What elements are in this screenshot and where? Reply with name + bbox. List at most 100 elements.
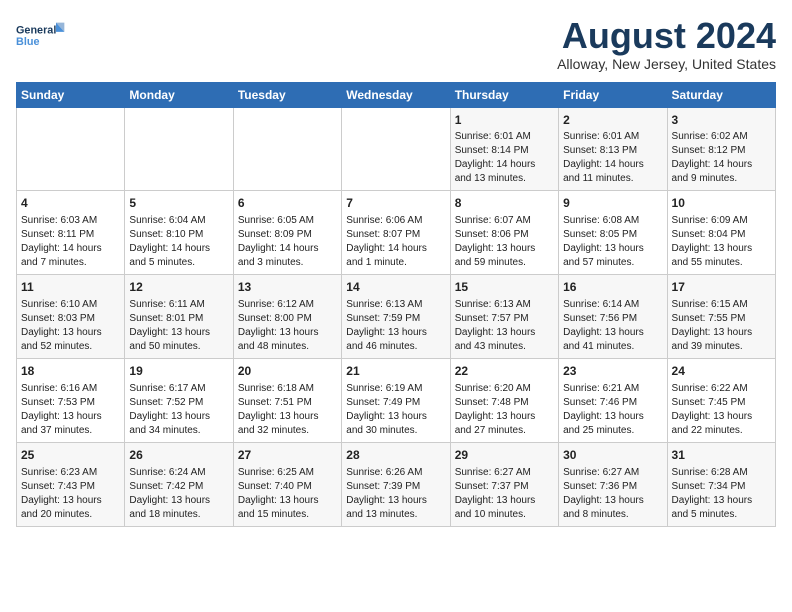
day-cell-10: 10Sunrise: 6:09 AMSunset: 8:04 PMDayligh… [667, 191, 775, 275]
day-cell-20: 20Sunrise: 6:18 AMSunset: 7:51 PMDayligh… [233, 358, 341, 442]
day-info-line: Sunrise: 6:15 AM [672, 298, 771, 312]
day-info-line: and 32 minutes. [238, 424, 337, 438]
day-info-line: Sunrise: 6:13 AM [346, 298, 445, 312]
day-number: 22 [455, 363, 554, 380]
day-info-line: and 25 minutes. [563, 424, 662, 438]
day-info-line: Daylight: 13 hours [455, 326, 554, 340]
day-info-line: Sunset: 8:11 PM [21, 228, 120, 242]
day-cell-22: 22Sunrise: 6:20 AMSunset: 7:48 PMDayligh… [450, 358, 558, 442]
day-info-line: Daylight: 13 hours [21, 326, 120, 340]
day-info-line: Sunrise: 6:11 AM [129, 298, 228, 312]
day-info-line: Daylight: 14 hours [238, 242, 337, 256]
day-info-line: Daylight: 13 hours [238, 326, 337, 340]
day-cell-1: 1Sunrise: 6:01 AMSunset: 8:14 PMDaylight… [450, 107, 558, 191]
day-cell-6: 6Sunrise: 6:05 AMSunset: 8:09 PMDaylight… [233, 191, 341, 275]
day-info-line: and 39 minutes. [672, 340, 771, 354]
day-cell-empty [342, 107, 450, 191]
day-info-line: Daylight: 13 hours [129, 410, 228, 424]
weekday-header-friday: Friday [559, 82, 667, 107]
day-info-line: Daylight: 13 hours [672, 494, 771, 508]
day-number: 17 [672, 279, 771, 296]
day-info-line: Sunrise: 6:01 AM [563, 130, 662, 144]
day-info-line: Sunrise: 6:05 AM [238, 214, 337, 228]
day-info-line: Sunset: 8:04 PM [672, 228, 771, 242]
day-number: 21 [346, 363, 445, 380]
weekday-header-saturday: Saturday [667, 82, 775, 107]
day-number: 16 [563, 279, 662, 296]
day-info-line: Sunset: 7:40 PM [238, 480, 337, 494]
week-row-4: 18Sunrise: 6:16 AMSunset: 7:53 PMDayligh… [17, 358, 776, 442]
logo: General Blue [16, 16, 66, 56]
day-number: 19 [129, 363, 228, 380]
day-info-line: Sunrise: 6:20 AM [455, 382, 554, 396]
day-info-line: and 59 minutes. [455, 256, 554, 270]
title-block: August 2024 Alloway, New Jersey, United … [557, 16, 776, 72]
day-cell-18: 18Sunrise: 6:16 AMSunset: 7:53 PMDayligh… [17, 358, 125, 442]
day-info-line: Sunset: 7:57 PM [455, 312, 554, 326]
day-number: 11 [21, 279, 120, 296]
day-info-line: Sunrise: 6:27 AM [455, 466, 554, 480]
day-info-line: and 18 minutes. [129, 508, 228, 522]
day-info-line: Daylight: 13 hours [21, 494, 120, 508]
day-info-line: Sunset: 8:07 PM [346, 228, 445, 242]
day-number: 15 [455, 279, 554, 296]
day-info-line: Sunrise: 6:22 AM [672, 382, 771, 396]
day-info-line: Daylight: 13 hours [455, 494, 554, 508]
day-info-line: Sunset: 7:55 PM [672, 312, 771, 326]
day-info-line: Sunset: 7:48 PM [455, 396, 554, 410]
day-info-line: Sunrise: 6:21 AM [563, 382, 662, 396]
day-info-line: Sunset: 7:34 PM [672, 480, 771, 494]
day-cell-26: 26Sunrise: 6:24 AMSunset: 7:42 PMDayligh… [125, 442, 233, 526]
day-info-line: and 7 minutes. [21, 256, 120, 270]
week-row-2: 4Sunrise: 6:03 AMSunset: 8:11 PMDaylight… [17, 191, 776, 275]
weekday-header-row: SundayMondayTuesdayWednesdayThursdayFrid… [17, 82, 776, 107]
day-number: 2 [563, 112, 662, 129]
day-info-line: Sunset: 7:53 PM [21, 396, 120, 410]
day-number: 20 [238, 363, 337, 380]
day-info-line: Daylight: 13 hours [129, 326, 228, 340]
day-info-line: Sunrise: 6:27 AM [563, 466, 662, 480]
day-info-line: Daylight: 13 hours [346, 494, 445, 508]
day-cell-19: 19 Sunrise: 6:17 AMSunset: 7:52 PMDayligh… [125, 358, 233, 442]
week-row-5: 25Sunrise: 6:23 AMSunset: 7:43 PMDayligh… [17, 442, 776, 526]
day-number: 27 [238, 447, 337, 464]
day-cell-11: 11Sunrise: 6:10 AMSunset: 8:03 PMDayligh… [17, 275, 125, 359]
day-info-line: Sunset: 8:03 PM [21, 312, 120, 326]
day-number: 6 [238, 195, 337, 212]
day-cell-2: 2Sunrise: 6:01 AMSunset: 8:13 PMDaylight… [559, 107, 667, 191]
day-info-line: Daylight: 13 hours [129, 494, 228, 508]
day-info-line: Sunset: 7:37 PM [455, 480, 554, 494]
day-info-line: and 22 minutes. [672, 424, 771, 438]
day-info-line: Sunset: 8:12 PM [672, 144, 771, 158]
svg-text:Blue: Blue [16, 36, 39, 48]
day-info-line: and 34 minutes. [129, 424, 228, 438]
day-info-line: Sunrise: 6:28 AM [672, 466, 771, 480]
day-info-line: Sunset: 7:52 PM [129, 396, 228, 410]
weekday-header-thursday: Thursday [450, 82, 558, 107]
location: Alloway, New Jersey, United States [557, 56, 776, 72]
day-info-line: Sunset: 8:01 PM [129, 312, 228, 326]
day-cell-30: 30Sunrise: 6:27 AMSunset: 7:36 PMDayligh… [559, 442, 667, 526]
day-number: 24 [672, 363, 771, 380]
day-info-line: Sunset: 8:05 PM [563, 228, 662, 242]
day-number: 28 [346, 447, 445, 464]
day-info-line: Sunrise: 6:09 AM [672, 214, 771, 228]
day-info-line: Sunrise: 6:03 AM [21, 214, 120, 228]
day-info-line: Sunset: 7:49 PM [346, 396, 445, 410]
day-info-line: Sunrise: 6:08 AM [563, 214, 662, 228]
day-cell-empty [233, 107, 341, 191]
day-number: 7 [346, 195, 445, 212]
day-info-line: Daylight: 13 hours [238, 494, 337, 508]
day-info-line: Daylight: 13 hours [563, 410, 662, 424]
day-info-line: Daylight: 13 hours [238, 410, 337, 424]
day-cell-4: 4 Sunrise: 6:03 AMSunset: 8:11 PMDaylight… [17, 191, 125, 275]
day-info-line: Sunrise: 6:04 AM [129, 214, 228, 228]
day-info-line: Sunrise: 6:25 AM [238, 466, 337, 480]
day-number: 4 [21, 195, 120, 212]
day-cell-21: 21Sunrise: 6:19 AMSunset: 7:49 PMDayligh… [342, 358, 450, 442]
day-info-line: Sunrise: 6:24 AM [129, 466, 228, 480]
day-info-line: Sunrise: 6:26 AM [346, 466, 445, 480]
day-cell-3: 3Sunrise: 6:02 AMSunset: 8:12 PMDaylight… [667, 107, 775, 191]
day-info-line: Daylight: 14 hours [21, 242, 120, 256]
day-info-line: Sunrise: 6:17 AM [129, 382, 228, 396]
